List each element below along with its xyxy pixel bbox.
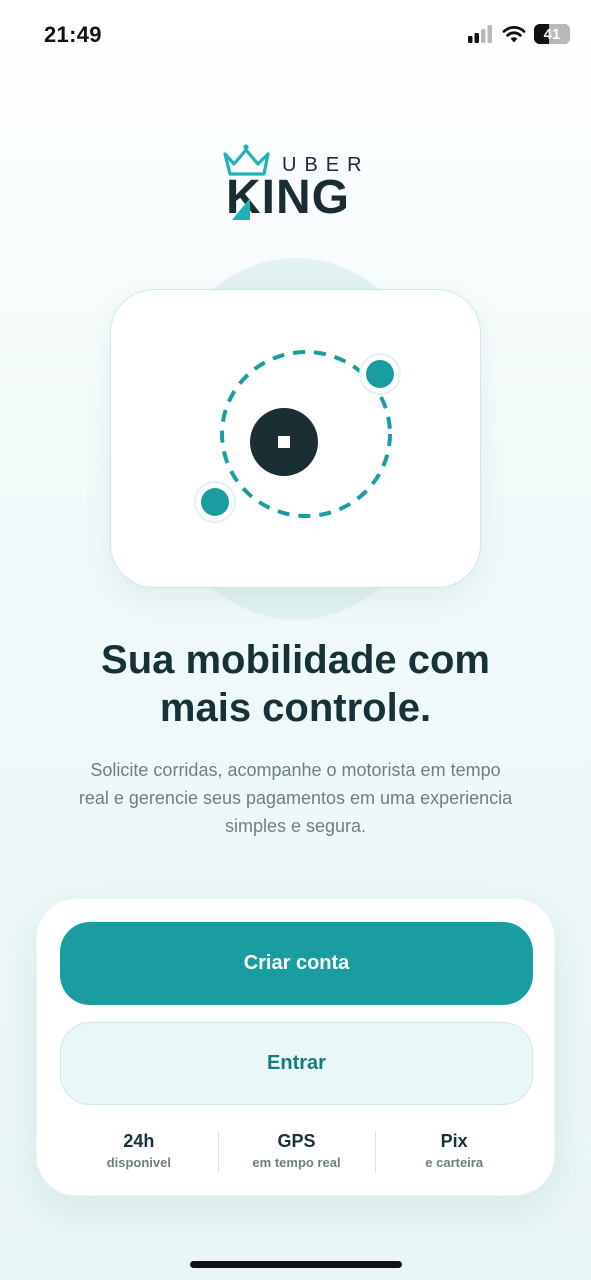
home-indicator[interactable] <box>190 1261 402 1268</box>
hero-card <box>110 289 481 588</box>
action-panel: Criar conta Entrar 24h disponivel GPS em… <box>36 898 555 1196</box>
stat-pix: Pix e carteira <box>375 1129 533 1175</box>
create-account-button[interactable]: Criar conta <box>60 922 533 1005</box>
subtitle-line-1: Solicite corridas, acompanhe o motorista… <box>90 760 501 780</box>
stat-availability: 24h disponivel <box>60 1129 218 1175</box>
login-button[interactable]: Entrar <box>60 1022 533 1105</box>
page-title: Sua mobilidade com mais controle. <box>0 636 591 732</box>
orbit-illustration <box>194 350 401 523</box>
battery-level: 41 <box>543 25 561 43</box>
page-title-line-2: mais controle. <box>159 686 432 730</box>
feature-stats: 24h disponivel GPS em tempo real Pix e c… <box>60 1129 533 1175</box>
stat-value: 24h <box>123 1131 155 1151</box>
app-logo: UBER KING <box>222 144 372 224</box>
stat-value: Pix <box>440 1131 468 1151</box>
battery-icon: 41 <box>534 24 570 44</box>
stat-value: GPS <box>277 1131 316 1151</box>
subtitle-line-3: simples e segura. <box>224 816 367 836</box>
stat-label: e carteira <box>425 1155 484 1170</box>
status-time: 21:49 <box>44 22 102 47</box>
stat-label: disponivel <box>106 1155 171 1170</box>
stat-label: em tempo real <box>252 1155 341 1170</box>
page-subtitle: Solicite corridas, acompanhe o motorista… <box>55 756 536 840</box>
stat-gps: GPS em tempo real <box>217 1129 376 1175</box>
status-icons: 41 <box>468 24 570 44</box>
status-bar: 21:49 41 <box>0 0 591 70</box>
page-title-line-1: Sua mobilidade com <box>101 638 490 682</box>
subtitle-line-2: real e gerencie seus pagamentos em uma e… <box>78 788 513 808</box>
wifi-icon <box>502 26 526 43</box>
signal-icon <box>468 25 492 43</box>
logo-accent-icon <box>232 198 250 220</box>
